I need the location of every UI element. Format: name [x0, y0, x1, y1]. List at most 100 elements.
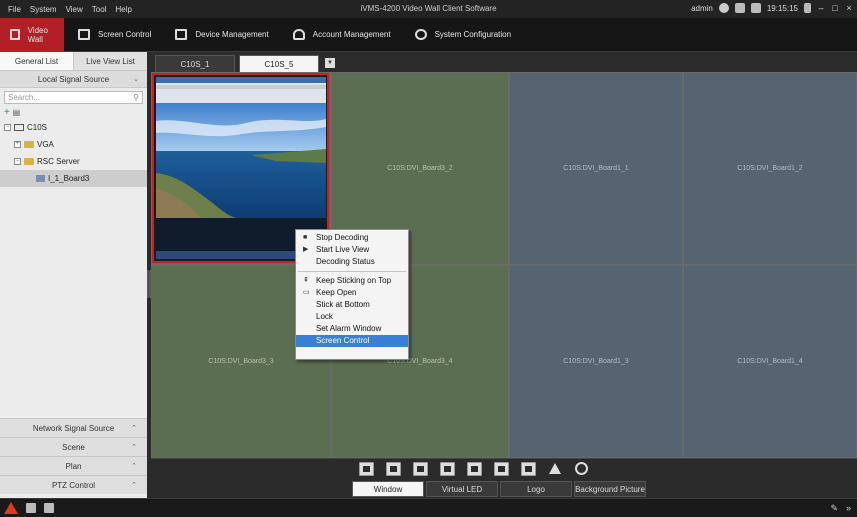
keyboard-icon[interactable] — [734, 3, 745, 13]
menu-item-label: Lock — [316, 312, 333, 321]
layout-icon-row — [359, 462, 588, 476]
section-label: PTZ Control — [51, 481, 96, 490]
layout-1-icon[interactable] — [359, 462, 374, 476]
alarm-icon[interactable] — [4, 502, 18, 514]
user-icon[interactable] — [718, 3, 729, 13]
log-icon[interactable] — [44, 503, 54, 513]
tab-window[interactable]: Window — [352, 481, 424, 497]
status-bar: ✎ » — [0, 498, 857, 517]
close-button[interactable]: × — [845, 3, 853, 13]
layout-4-icon[interactable] — [440, 462, 455, 476]
collapse-icon[interactable]: » — [846, 503, 851, 514]
bottom-layout-bar: Window Virtual LED Logo Background Pictu… — [151, 458, 857, 498]
menu-item-keep-sticking-on-top[interactable]: ⇞ Keep Sticking on Top — [296, 275, 408, 287]
user-name: admin — [691, 3, 713, 13]
layout-7-icon[interactable] — [521, 462, 536, 476]
menu-item-stop-decoding[interactable]: ■ Stop Decoding — [296, 232, 408, 244]
add-icon[interactable]: + — [4, 107, 10, 118]
wall-cell[interactable]: C10S:DVI_Board1_3 — [509, 265, 683, 458]
maximize-button[interactable]: □ — [831, 3, 839, 13]
collapse-icon[interactable]: − — [4, 124, 11, 131]
wall-cell[interactable]: C10S:DVI_Board1_2 — [683, 72, 857, 265]
tab-live-view-list[interactable]: Live View List — [74, 52, 147, 70]
menu-item-set-alarm-window[interactable]: Set Alarm Window — [296, 323, 408, 335]
tab-background-picture[interactable]: Background Picture — [574, 481, 646, 497]
context-menu: ■ Stop Decoding ▶ Start Live View Decodi… — [295, 229, 409, 360]
menu-item-screen-control[interactable]: Screen Control — [296, 335, 408, 347]
tab-c10s-5[interactable]: C10S_5 — [239, 55, 319, 72]
device-management-label: Device Management — [195, 30, 269, 39]
tree-node-vga[interactable]: + VGA — [0, 136, 147, 153]
tab-c10s-1[interactable]: C10S_1 — [155, 55, 235, 72]
tabs-dropdown-button[interactable]: ▼ — [325, 58, 335, 68]
menu-item-keep-open[interactable]: ▭ Keep Open — [296, 287, 408, 299]
screen-control-tab[interactable]: Screen Control — [70, 18, 161, 52]
device-management-tab[interactable]: Device Management — [167, 18, 278, 52]
menu-file[interactable]: File — [8, 5, 21, 14]
folder-icon — [24, 141, 34, 148]
play-icon: ▶ — [303, 246, 309, 253]
title-bar: File System View Tool Help iVMS-4200 Vid… — [0, 0, 857, 18]
bottom-tabs: Window Virtual LED Logo Background Pictu… — [352, 481, 648, 497]
menu-help[interactable]: Help — [115, 5, 131, 14]
system-configuration-tab[interactable]: System Configuration — [407, 18, 521, 52]
menu-view[interactable]: View — [66, 5, 83, 14]
search-input[interactable]: Search... ⚲ — [4, 91, 143, 104]
wall-cell[interactable]: C10S:DVI_Board1_4 — [683, 265, 857, 458]
menu-item-decoding-status[interactable]: Decoding Status — [296, 256, 408, 268]
section-plan[interactable]: Plan ⌃ — [0, 456, 147, 475]
stop-icon: ■ — [303, 234, 308, 241]
warning-icon[interactable] — [548, 462, 563, 476]
cell-label: C10S:DVI_Board1_4 — [737, 358, 803, 365]
menu-item-lock[interactable]: Lock — [296, 311, 408, 323]
event-icon[interactable] — [26, 503, 36, 513]
menu-item-label: Stick at Bottom — [316, 300, 370, 309]
video-wall-grid: C10S:DVI_Board3_2 C10S:DVI_Board1_1 C10S… — [151, 72, 857, 458]
menu-item-stick-at-bottom[interactable]: Stick at Bottom — [296, 299, 408, 311]
lock-icon[interactable] — [804, 3, 811, 13]
title-right-area: admin 19:15:15 – □ × — [691, 3, 853, 13]
section-network-signal-source[interactable]: Network Signal Source ⌃ — [0, 418, 147, 437]
expand-icon[interactable]: + — [14, 141, 21, 148]
tree-node-c10s[interactable]: − C10S — [0, 119, 147, 136]
tab-logo[interactable]: Logo — [500, 481, 572, 497]
wall-cell[interactable]: C10S:DVI_Board1_1 — [509, 72, 683, 265]
cell-label: C10S:DVI_Board1_3 — [563, 358, 629, 365]
section-ptz-control[interactable]: PTZ Control ⌃ — [0, 475, 147, 494]
minimize-button[interactable]: – — [817, 3, 825, 13]
monitor-icon — [14, 124, 24, 131]
collapse-icon[interactable]: − — [14, 158, 21, 165]
pin-icon: ⇞ — [303, 277, 309, 284]
chevron-up-icon: ⌃ — [131, 482, 137, 489]
tree-node-rsc-server[interactable]: − RSC Server — [0, 153, 147, 170]
left-bottom-sections: Network Signal Source ⌃ Scene ⌃ Plan ⌃ P… — [0, 418, 147, 494]
video-frame-menubar — [156, 85, 326, 89]
video-frame-header — [156, 77, 326, 103]
left-panel: General List Live View List Local Signal… — [0, 52, 147, 498]
menu-item-label: Set Alarm Window — [316, 324, 382, 333]
video-wall-tab[interactable]: Video Wall — [0, 17, 64, 52]
chevron-down-icon: ⌄ — [133, 76, 139, 83]
account-management-tab[interactable]: Account Management — [285, 18, 401, 52]
gear-icon — [414, 29, 427, 40]
menu-item-start-live-view[interactable]: ▶ Start Live View — [296, 244, 408, 256]
tab-general-list[interactable]: General List — [0, 52, 74, 70]
menu-item-label: Keep Sticking on Top — [316, 276, 392, 285]
search-icon[interactable]: ⚲ — [133, 93, 139, 102]
tree-node-label: I_1_Board3 — [48, 174, 90, 183]
menu-tool[interactable]: Tool — [92, 5, 107, 14]
pin-icon[interactable]: ✎ — [830, 503, 838, 514]
layout-6-icon[interactable] — [494, 462, 509, 476]
tab-virtual-led[interactable]: Virtual LED — [426, 481, 498, 497]
menu-item-label: Start Live View — [316, 245, 370, 254]
menu-system[interactable]: System — [30, 5, 57, 14]
layout-5-icon[interactable] — [467, 462, 482, 476]
list-icon[interactable]: ▤ — [13, 108, 21, 117]
section-scene[interactable]: Scene ⌃ — [0, 437, 147, 456]
layout-2-icon[interactable] — [386, 462, 401, 476]
local-signal-source-header[interactable]: Local Signal Source ⌄ — [0, 71, 147, 88]
refresh-icon[interactable] — [575, 462, 588, 475]
menu-item-label: Keep Open — [316, 288, 357, 297]
layout-3-icon[interactable] — [413, 462, 428, 476]
tree-node-board[interactable]: I_1_Board3 — [0, 170, 147, 187]
